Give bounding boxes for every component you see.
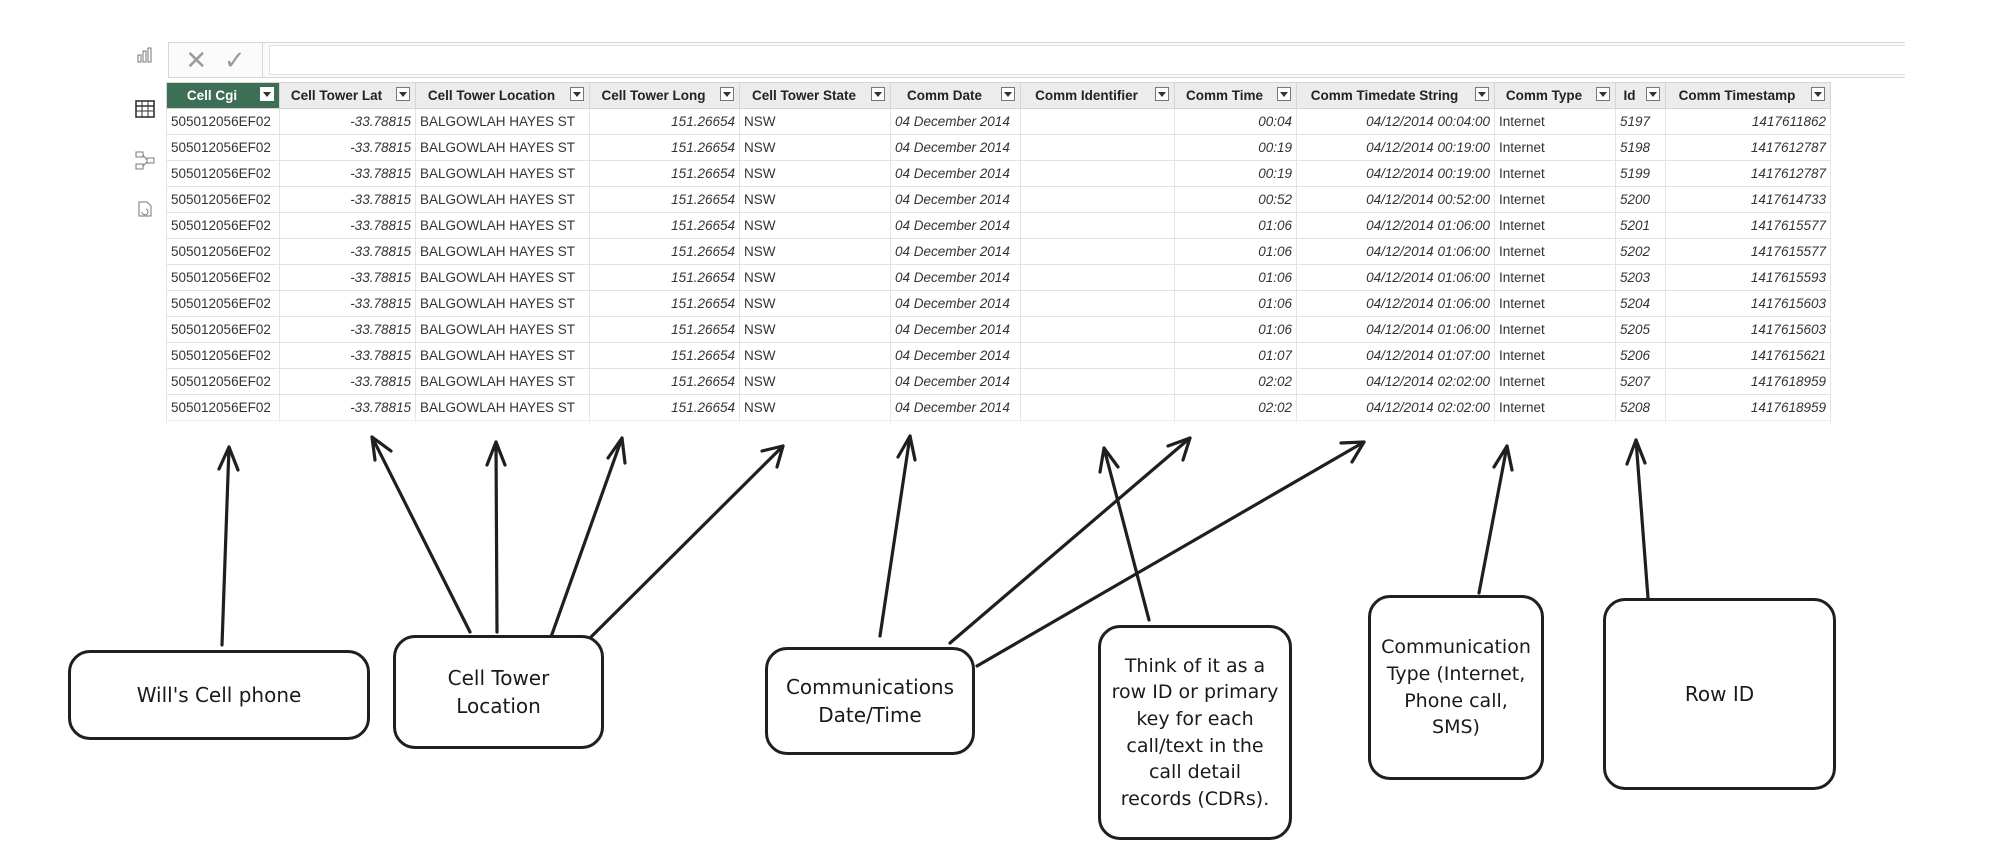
note-text: Row ID bbox=[1684, 682, 1755, 706]
note-tower-location: Cell Tower Location bbox=[393, 635, 604, 749]
note-text: Communications Date/Time bbox=[785, 675, 955, 727]
note-comm-identifier: Think of it as a row ID or primary key f… bbox=[1098, 625, 1292, 840]
arrow-tower-lat bbox=[370, 435, 472, 634]
arrow-comm-date bbox=[878, 434, 912, 638]
note-text: Cell Tower Location bbox=[447, 666, 550, 718]
note-comm-datetime: Communications Date/Time bbox=[765, 647, 975, 755]
note-text: Will's Cell phone bbox=[136, 683, 302, 707]
arrow-comm-identifier bbox=[1102, 446, 1151, 622]
note-cell-phone: Will's Cell phone bbox=[68, 650, 370, 740]
screenshot-canvas: ✕ ✓ Cell Cgi Cell Tower Lat Cell Tower L… bbox=[0, 0, 2000, 845]
arrow-tower-long bbox=[549, 436, 624, 639]
arrow-tower-location bbox=[494, 440, 499, 634]
note-text: Think of it as a row ID or primary key f… bbox=[1111, 654, 1279, 810]
note-text: Communication Type (Internet, Phone call… bbox=[1381, 636, 1531, 739]
note-row-id: Row ID bbox=[1603, 598, 1836, 790]
arrow-tower-state bbox=[588, 444, 785, 640]
arrow-cell-cgi bbox=[220, 445, 231, 647]
note-comm-type: Communication Type (Internet, Phone call… bbox=[1368, 595, 1544, 780]
